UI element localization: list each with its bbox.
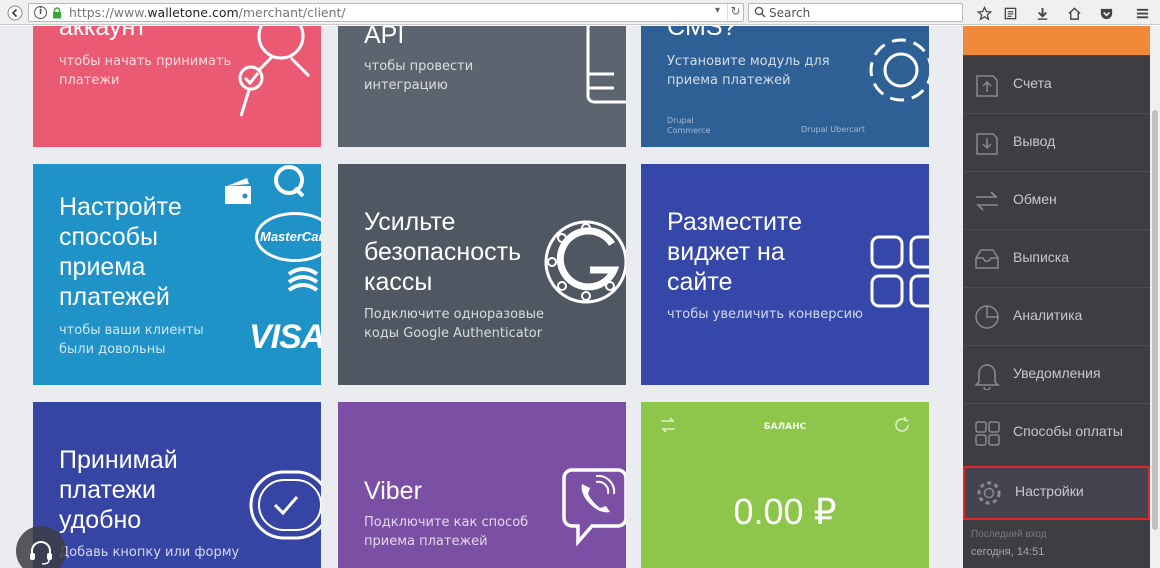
qiwi-icon — [274, 165, 305, 198]
support-chat-button[interactable] — [16, 526, 66, 568]
page-scrollbar[interactable] — [1150, 26, 1160, 568]
url-dropdown-icon[interactable]: ▾ — [715, 5, 720, 16]
search-placeholder: Search — [769, 6, 811, 20]
sidebar-header — [963, 26, 1150, 55]
reload-icon[interactable]: ↻ — [727, 4, 743, 21]
tile-title: Viber — [364, 477, 422, 505]
sidebar: Счета Вывод Обмен Выписка Аналитика Увед… — [963, 26, 1150, 568]
withdraw-icon — [976, 133, 998, 155]
sidebar-item-payment-methods[interactable]: Способы оплаты — [963, 403, 1150, 461]
tile-balance[interactable]: БАЛАНС 0.00 ₽ — [641, 402, 929, 568]
dashboard-content: аккаунт чтобы начать принимать платежи A… — [0, 26, 963, 568]
tile-subtitle: чтобы начать принимать платежи — [59, 54, 232, 88]
user-check-icon — [238, 26, 311, 117]
refresh-icon[interactable] — [893, 416, 911, 434]
invoice-icon — [976, 75, 998, 97]
tile-cms[interactable]: CMS? Установите модуль для приема платеж… — [641, 26, 929, 147]
tile-subtitle: Подключите одноразовые коды Google Authe… — [364, 307, 545, 341]
balance-label: БАЛАНС — [763, 422, 807, 432]
scrollbar-thumb[interactable] — [1152, 110, 1158, 530]
tile-security[interactable]: Усильте безопасность кассы Подключите од… — [338, 164, 626, 385]
exchange-icon — [976, 191, 998, 211]
last-login-value: сегодня, 14:51 — [971, 546, 1045, 558]
download-icon[interactable] — [1033, 4, 1051, 22]
address-bar[interactable]: i https://www.walletone.com/merchant/cli… — [28, 3, 744, 22]
last-login-label: Последний вход — [971, 529, 1047, 540]
url-text[interactable]: https://www.walletone.com/merchant/clien… — [69, 5, 346, 20]
menu-icon[interactable] — [1133, 4, 1151, 22]
viber-icon — [562, 468, 626, 547]
url-prefix: https://www. — [69, 5, 148, 20]
sidebar-item-settings[interactable]: Настройки — [963, 466, 1150, 520]
tile-subtitle: Добавь кнопку или форму — [59, 545, 240, 560]
back-button[interactable] — [6, 4, 24, 22]
lock-icon — [53, 7, 61, 19]
sidebar-item-label: Способы оплаты — [1013, 423, 1123, 439]
home-icon[interactable] — [1065, 4, 1083, 22]
sidebar-item-invoices[interactable]: Счета — [963, 55, 1150, 113]
tile-title: API — [364, 26, 405, 49]
tile-subtitle: чтобы ваши клиенты были довольны — [59, 323, 204, 357]
sidebar-item-label: Аналитика — [1013, 307, 1083, 323]
search-icon — [754, 6, 766, 18]
balance-amount: 0.00 ₽ — [733, 491, 837, 532]
tile-create-account[interactable]: аккаунт чтобы начать принимать платежи — [33, 26, 321, 147]
sidebar-item-analytics[interactable]: Аналитика — [963, 287, 1150, 345]
sidebar-item-label: Уведомления — [1013, 365, 1101, 381]
mastercard-text: MasterCard — [260, 229, 321, 244]
visa-logo: VISA — [249, 318, 321, 356]
tile-subtitle: чтобы увеличить конверсию — [667, 307, 863, 322]
statement-icon — [975, 249, 999, 269]
tile-widget[interactable]: Разместите виджет на сайте чтобы увеличи… — [641, 164, 929, 385]
sidebar-item-exchange[interactable]: Обмен — [963, 171, 1150, 229]
google-authenticator-icon — [544, 220, 626, 304]
browser-toolbar: i https://www.walletone.com/merchant/cli… — [0, 0, 1160, 25]
tile-payment-methods[interactable]: Настройте способы приема платежей чтобы … — [33, 164, 321, 385]
sidebar-item-statement[interactable]: Выписка — [963, 229, 1150, 287]
tile-title: Принимай платежи удобно — [59, 446, 178, 534]
site-info-icon[interactable]: i — [34, 6, 47, 19]
pocket-icon[interactable] — [1097, 4, 1115, 22]
tile-viber[interactable]: Viber Подключите как способ приема плате… — [338, 402, 626, 568]
tile-api[interactable]: API чтобы провести интеграцию — [338, 26, 626, 147]
search-field[interactable]: Search — [748, 3, 963, 22]
tile-subtitle: Установите модуль для приема платежей — [667, 54, 830, 88]
sidebar-item-withdraw[interactable]: Вывод — [963, 113, 1150, 171]
sidebar-item-label: Выписка — [1013, 249, 1070, 265]
widget-grid-icon — [870, 235, 929, 308]
sidebar-item-label: Счета — [1013, 75, 1052, 91]
tile-title: Настройте способы приема платежей — [59, 193, 182, 311]
tile-accept-payments[interactable]: Принимай платежи удобно Добавь кнопку ил… — [33, 402, 321, 568]
sberbank-icon — [287, 267, 319, 292]
tile-subtitle: чтобы провести интеграцию — [364, 59, 474, 93]
reading-list-icon[interactable] — [1001, 4, 1019, 22]
tile-title: Усильте безопасность кассы — [364, 208, 522, 296]
gear-icon — [869, 38, 929, 102]
bookmark-star-icon[interactable] — [975, 4, 993, 22]
wallet-icon — [225, 178, 251, 204]
tile-subtitle: Подключите как способ приема платежей — [364, 515, 529, 549]
url-domain: walletone.com — [147, 5, 239, 20]
tile-title: Разместите виджет на сайте — [667, 208, 803, 296]
bell-icon — [974, 364, 1000, 390]
checkmark-circle-icon — [249, 470, 321, 540]
sidebar-item-label: Обмен — [1013, 191, 1057, 207]
drupal-commerce-label: Drupal Commerce — [667, 116, 711, 135]
url-path: /merchant/client/ — [238, 5, 346, 20]
analytics-icon — [975, 305, 999, 329]
gear-icon — [977, 481, 1001, 505]
drupal-ubercart-label: Drupal Ubercart — [801, 125, 865, 134]
tile-title: CMS? — [667, 26, 737, 41]
mastercard-logo: MasterCard — [255, 212, 321, 262]
headset-icon — [30, 541, 52, 565]
sidebar-item-label: Настройки — [1015, 483, 1084, 499]
tile-title: аккаунт — [59, 26, 147, 41]
code-document-icon — [586, 26, 626, 104]
sidebar-item-notifications[interactable]: Уведомления — [963, 345, 1150, 403]
sidebar-item-label: Вывод — [1013, 133, 1056, 149]
grid-icon — [975, 421, 1000, 446]
